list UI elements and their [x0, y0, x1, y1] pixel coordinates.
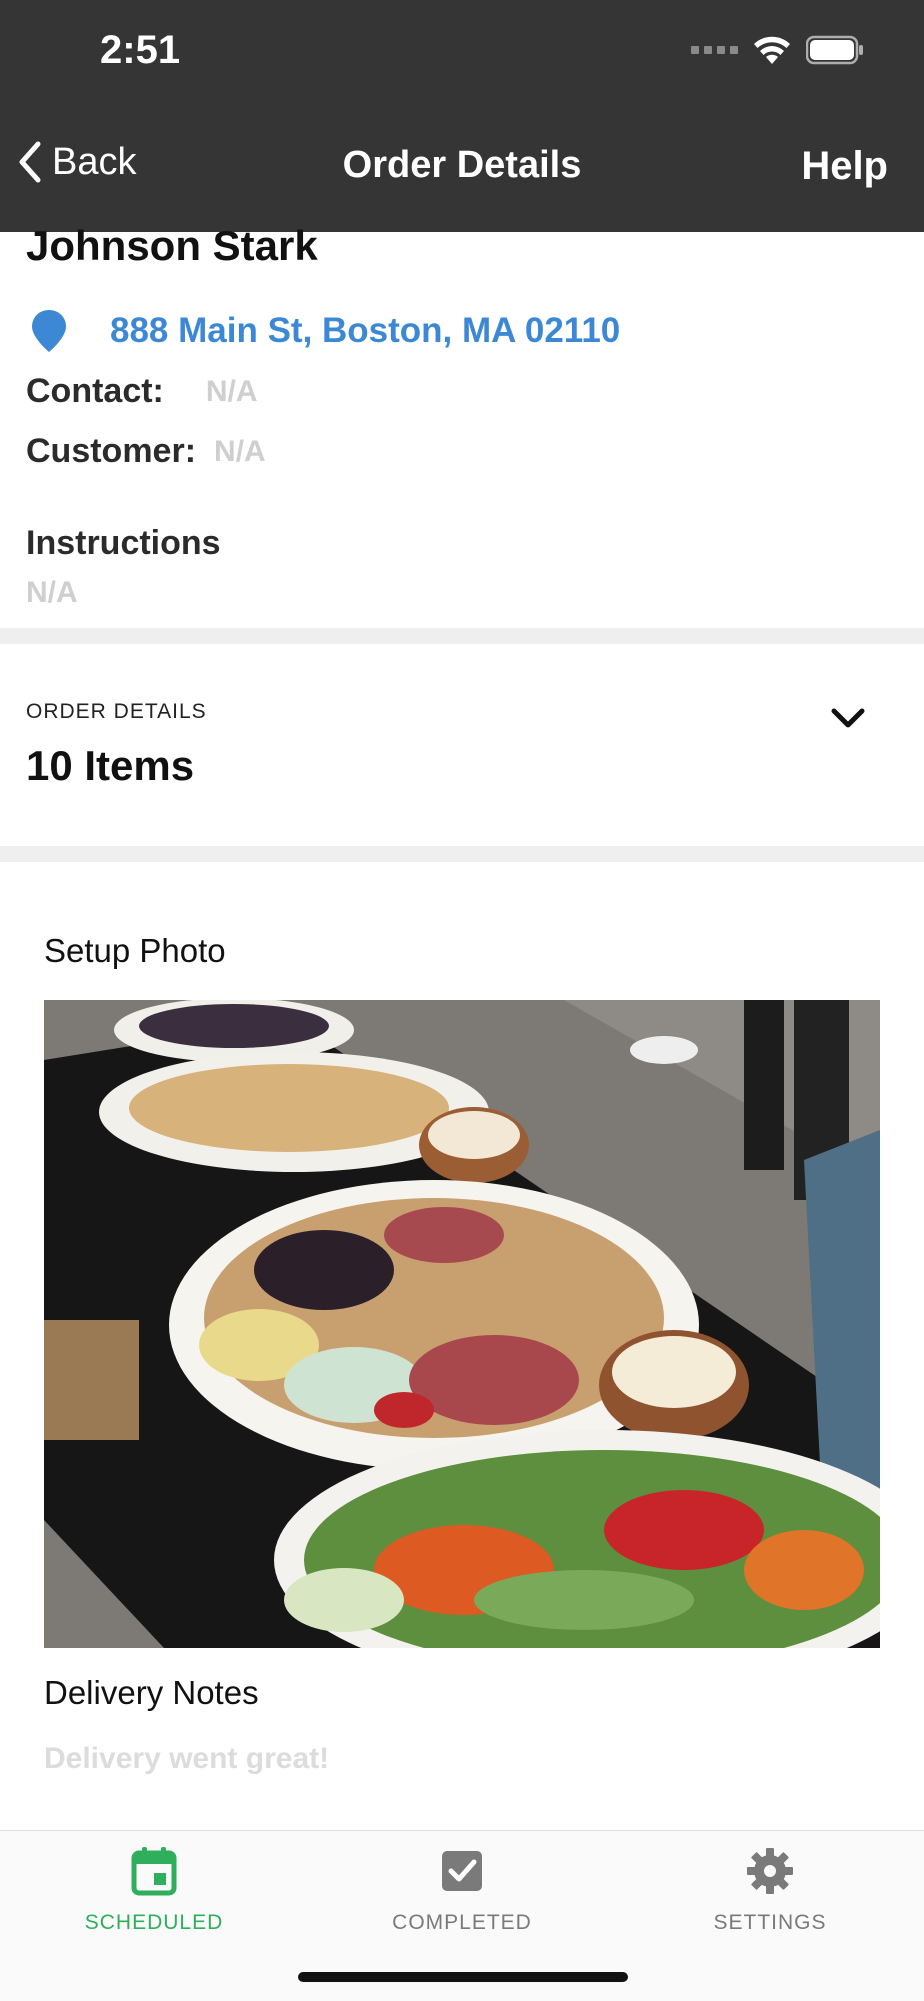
map-pin-icon [32, 310, 66, 352]
gear-icon [747, 1848, 793, 1894]
contact-label: Contact: [26, 372, 164, 410]
contact-row: Contact: N/A [26, 372, 258, 411]
customer-value: N/A [214, 434, 266, 468]
help-button[interactable]: Help [801, 144, 888, 189]
chevron-down-icon[interactable] [830, 706, 866, 730]
setup-photo-title: Setup Photo [44, 932, 226, 969]
wifi-icon [754, 36, 790, 64]
checkbox-icon [442, 1851, 482, 1891]
section-divider [0, 628, 924, 644]
order-details-label: ORDER DETAILS [26, 700, 207, 723]
setup-photo-image [44, 1000, 880, 1648]
contact-value: N/A [205, 374, 258, 408]
instructions-value: N/A [26, 576, 78, 609]
tab-settings-label: SETTINGS [713, 1911, 827, 1934]
tab-settings[interactable]: SETTINGS [616, 1845, 924, 1935]
page-title: Order Details [342, 144, 582, 186]
tab-scheduled-label: SCHEDULED [84, 1911, 224, 1934]
cellular-signal-icon [691, 46, 738, 54]
section-divider [0, 846, 924, 862]
setup-photo[interactable] [44, 1000, 880, 1648]
app-header: 2:51 Back Order Details Help [0, 0, 924, 232]
battery-icon [806, 35, 863, 65]
address-link[interactable]: 888 Main St, Boston, MA 02110 [30, 308, 620, 354]
tab-completed[interactable]: COMPLETED [308, 1845, 616, 1935]
instructions-title: Instructions [26, 524, 221, 562]
customer-row: Customer: N/A [26, 432, 266, 471]
address-text[interactable]: 888 Main St, Boston, MA 02110 [110, 311, 620, 351]
customer-name: Johnson Stark [26, 222, 318, 269]
delivery-notes-title: Delivery Notes [44, 1674, 259, 1711]
order-item-count: 10 Items [26, 742, 195, 789]
delivery-notes-value: Delivery went great! [44, 1742, 330, 1775]
home-indicator [298, 1972, 628, 1982]
calendar-icon [131, 1847, 177, 1896]
customer-label: Customer: [26, 432, 197, 470]
status-icons [691, 34, 864, 66]
tab-scheduled[interactable]: SCHEDULED [0, 1845, 308, 1935]
tab-completed-label: COMPLETED [392, 1911, 532, 1934]
status-time: 2:51 [100, 28, 181, 72]
